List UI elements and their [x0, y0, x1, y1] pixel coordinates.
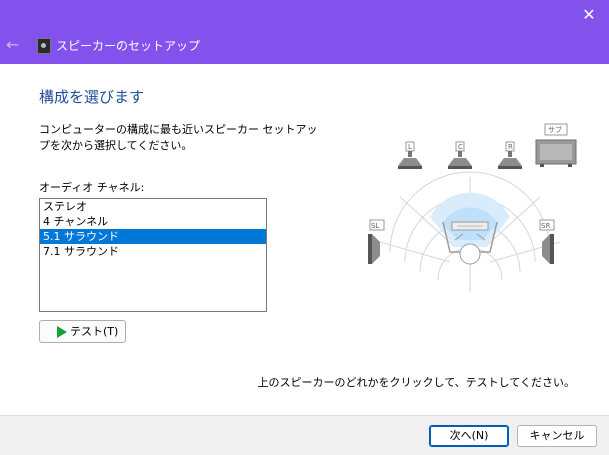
speaker-subwoofer[interactable]: サブ: [535, 123, 577, 167]
speaker-front-right-label: R: [508, 143, 513, 151]
audio-channel-listbox[interactable]: ステレオ 4 チャンネル 5.1 サラウンド 7.1 サラウンド: [39, 198, 267, 312]
speaker-center[interactable]: C: [448, 141, 472, 169]
speaker-surround-right-label: SR: [541, 222, 550, 230]
channel-option-stereo[interactable]: ステレオ: [40, 199, 266, 214]
audio-channel-label: オーディオ チャネル:: [39, 181, 145, 194]
test-button-label: テスト(T): [70, 325, 119, 338]
speaker-front-left-label: L: [408, 143, 412, 151]
window-title: スピーカーのセットアップ: [56, 39, 201, 53]
speaker-front-right[interactable]: R: [498, 141, 522, 169]
speaker-center-label: C: [458, 143, 463, 151]
speaker-diagram: L C R サブ SL SR: [368, 123, 577, 292]
wizard-content: 構成を選びます コンピューターの構成に最も近いスピーカー セットアップを次から選…: [0, 64, 609, 415]
page-heading: 構成を選びます: [39, 88, 145, 106]
close-button[interactable]: ✕: [577, 4, 601, 26]
speaker-front-left[interactable]: L: [398, 141, 422, 169]
speaker-surround-right[interactable]: SR: [539, 219, 555, 264]
test-button[interactable]: テスト(T): [39, 320, 126, 343]
test-hint-text: 上のスピーカーのどれかをクリックして、テストしてください。: [257, 376, 575, 389]
back-arrow-icon[interactable]: ←: [6, 35, 24, 55]
title-bar: ✕ ← スピーカーのセットアップ: [0, 0, 609, 64]
next-button[interactable]: 次へ(N): [429, 425, 509, 447]
speaker-surround-left-label: SL: [371, 222, 379, 230]
cancel-button[interactable]: キャンセル: [517, 425, 597, 447]
speaker-subwoofer-label: サブ: [548, 125, 562, 134]
play-icon: [57, 326, 67, 338]
channel-option-5-1[interactable]: 5.1 サラウンド: [40, 229, 266, 244]
channel-option-quad[interactable]: 4 チャンネル: [40, 214, 266, 229]
speaker-app-icon: [37, 38, 51, 54]
wizard-footer: 次へ(N) キャンセル: [0, 415, 609, 455]
channel-option-7-1[interactable]: 7.1 サラウンド: [40, 244, 266, 259]
instruction-text: コンピューターの構成に最も近いスピーカー セットアップを次から選択してください。: [39, 123, 318, 152]
